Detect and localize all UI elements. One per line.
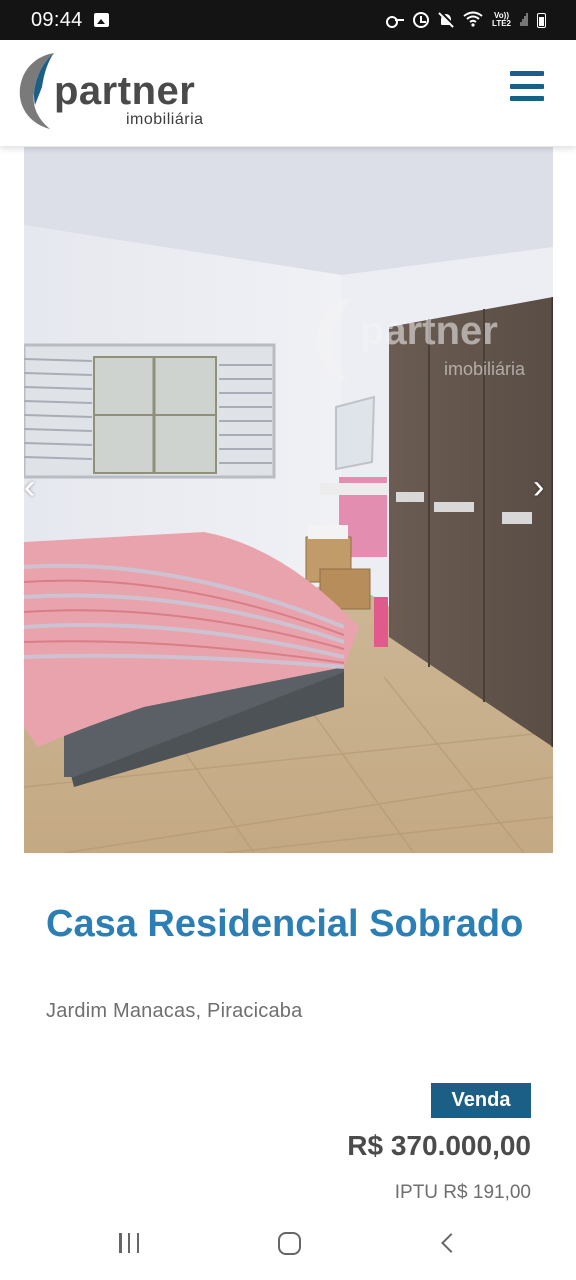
watermark-logo: partner imobiliária (312, 295, 553, 385)
back-icon[interactable] (441, 1233, 461, 1253)
property-photo (24, 147, 553, 853)
hamburger-menu-icon[interactable] (510, 71, 544, 101)
status-bar: 09:44 Vo)) LTE2 (0, 0, 576, 40)
listing-iptu: IPTU R$ 191,00 (394, 1182, 531, 1203)
property-photo-gallery[interactable]: partner imobiliária (24, 147, 553, 853)
wifi-icon (463, 11, 483, 30)
listing-price: R$ 370.000,00 (347, 1130, 531, 1161)
alarm-icon (413, 12, 430, 28)
logo-subtext: imobiliária (126, 111, 204, 128)
watermark-subtext: imobiliária (444, 359, 526, 379)
volte-icon: Vo)) LTE2 (492, 12, 511, 28)
logo-text: partner (54, 69, 196, 113)
mute-icon (438, 12, 454, 28)
battery-icon (537, 12, 546, 28)
recent-apps-icon[interactable] (119, 1233, 139, 1253)
listing-title: Casa Residencial Sobrado (46, 903, 524, 945)
home-icon[interactable] (278, 1232, 301, 1255)
signal-icon (520, 13, 528, 27)
listing-type-badge: Venda (431, 1083, 531, 1118)
chevron-left-icon[interactable]: ‹ (24, 470, 35, 504)
key-icon (386, 15, 405, 28)
site-header: partner imobiliária (0, 40, 576, 146)
chevron-right-icon[interactable]: › (533, 470, 544, 504)
volte-line-2: LTE2 (492, 19, 511, 28)
listing-location: Jardim Manacas, Piracicaba (46, 1000, 303, 1022)
status-time: 09:44 (31, 9, 83, 31)
watermark-text: partner (360, 309, 498, 353)
partner-logo[interactable]: partner imobiliária (16, 51, 216, 133)
gallery-icon (94, 13, 109, 27)
status-icons: Vo)) LTE2 (386, 10, 546, 30)
system-nav-bar (0, 1208, 576, 1280)
